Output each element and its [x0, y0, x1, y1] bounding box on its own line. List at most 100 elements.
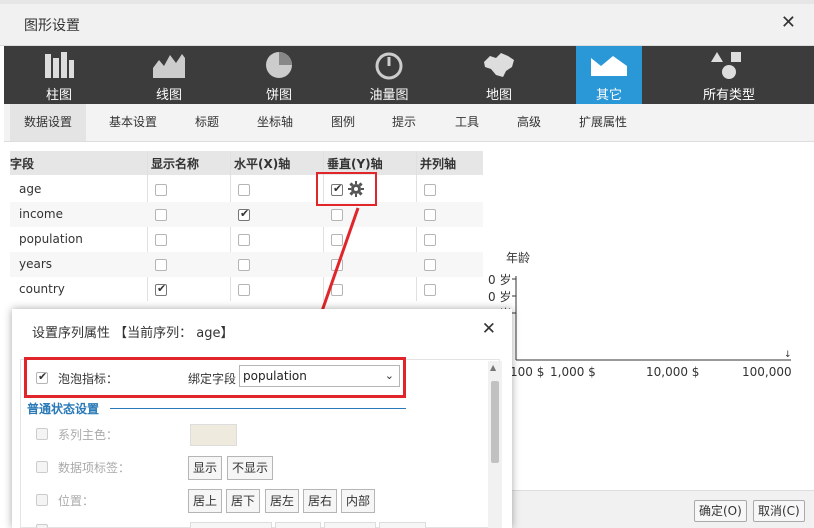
scroll-thumb[interactable] — [491, 381, 499, 463]
show-name-checkbox[interactable] — [155, 209, 167, 221]
window-titlebar: 图形设置 ✕ — [0, 4, 814, 46]
x-axis-checkbox[interactable] — [238, 234, 250, 246]
chart-type-label: 其它 — [595, 88, 622, 103]
parallel-axis-checkbox[interactable] — [424, 259, 436, 271]
parallel-axis-checkbox[interactable] — [424, 234, 436, 246]
table-row: income — [10, 202, 483, 227]
chart-axes — [512, 276, 791, 361]
pie-chart-icon — [266, 52, 292, 78]
x-axis-checkbox[interactable] — [238, 207, 250, 221]
table-row: age — [10, 177, 483, 202]
position-right-button[interactable]: 居右 — [303, 489, 338, 513]
tab-tooltip[interactable]: 提示 — [392, 104, 416, 141]
dialog-title: 设置序列属性 【当前序列： age】 — [32, 326, 234, 341]
x-axis-checkbox[interactable] — [238, 259, 250, 271]
dialog-footer: 确定(O) 取消(C) — [512, 490, 814, 528]
scroll-up-icon[interactable]: ▲ — [490, 363, 496, 372]
header-display-name: 显示名称 — [151, 157, 200, 171]
x-axis-checkbox[interactable] — [238, 284, 250, 296]
tab-data-settings[interactable]: 数据设置 — [10, 104, 87, 141]
header-y-axis: 垂直(Y)轴 — [327, 157, 383, 171]
field-name: income — [19, 207, 63, 221]
bar-chart-icon — [45, 52, 74, 78]
show-name-checkbox[interactable] — [155, 234, 167, 246]
chart-type-label: 饼图 — [265, 88, 292, 103]
position-inside-button[interactable]: 内部 — [341, 489, 376, 513]
series-color-swatch[interactable] — [190, 424, 237, 446]
chart-type-line[interactable]: 线图 — [114, 46, 224, 104]
table-row: population — [10, 227, 483, 252]
tab-legend[interactable]: 图例 — [331, 104, 355, 141]
header-field: 字段 — [10, 157, 35, 171]
next-option-button[interactable] — [275, 522, 321, 528]
window-title: 图形设置 — [24, 18, 80, 34]
header-x-axis: 水平(X)轴 — [234, 157, 291, 171]
gauge-icon — [375, 52, 403, 80]
chart-type-other[interactable]: 其它 — [576, 46, 642, 104]
next-option-button[interactable] — [379, 522, 426, 528]
next-option-button[interactable] — [324, 522, 376, 528]
chart-type-toolbar: 柱图 线图 饼图 油量图 地图 其它 所有类型 — [4, 46, 814, 104]
series-color-label: 系列主色： — [58, 428, 119, 442]
x-tick-label: 1,000 $ — [550, 365, 596, 379]
position-checkbox[interactable] — [36, 494, 48, 506]
chart-type-pie[interactable]: 饼图 — [224, 46, 334, 104]
header-parallel-axis: 并列轴 — [420, 157, 457, 171]
highlight-box — [24, 357, 406, 398]
show-name-checkbox[interactable] — [155, 184, 167, 196]
x-axis-end-mark: ↓ — [784, 350, 792, 360]
position-label: 位置： — [58, 494, 95, 508]
tab-title[interactable]: 标题 — [195, 104, 219, 141]
table-row: country — [10, 277, 483, 302]
section-divider — [110, 408, 406, 409]
tab-tools[interactable]: 工具 — [455, 104, 479, 141]
hide-label-button[interactable]: 不显示 — [227, 456, 274, 480]
series-properties-dialog: 设置序列属性 【当前序列： age】 ✕ ▲ 泡泡指标： 绑定字段 popula… — [12, 309, 512, 528]
x-tick-label: 100,000 — [742, 365, 792, 379]
next-option-button[interactable] — [190, 522, 272, 528]
dialog-scrollbar[interactable]: ▲ — [488, 361, 502, 528]
chart-type-gauge[interactable]: 油量图 — [334, 46, 444, 104]
chart-type-label: 线图 — [155, 88, 182, 103]
chart-type-map[interactable]: 地图 — [444, 46, 554, 104]
position-bottom-button[interactable]: 居下 — [226, 489, 261, 513]
next-option-checkbox[interactable] — [36, 524, 48, 528]
position-top-button[interactable]: 居上 — [188, 489, 223, 513]
series-color-checkbox[interactable] — [36, 428, 48, 440]
x-tick-label: 10,000 $ — [646, 365, 700, 379]
x-axis-checkbox[interactable] — [238, 184, 250, 196]
show-label-button[interactable]: 显示 — [188, 456, 223, 480]
ok-button[interactable]: 确定(O) — [694, 500, 747, 522]
chart-type-all[interactable]: 所有类型 — [674, 46, 784, 104]
chart-type-bar[interactable]: 柱图 — [4, 46, 114, 104]
data-label-label: 数据项标签： — [58, 461, 131, 475]
chart-type-label: 油量图 — [369, 88, 409, 103]
parallel-axis-checkbox[interactable] — [424, 184, 436, 196]
parallel-axis-checkbox[interactable] — [424, 209, 436, 221]
cancel-button[interactable]: 取消(C) — [753, 500, 805, 522]
chart-type-label: 所有类型 — [702, 88, 755, 103]
tab-extended-props[interactable]: 扩展属性 — [579, 104, 627, 141]
line-chart-icon — [153, 54, 185, 78]
field-name: population — [19, 232, 83, 246]
show-name-checkbox[interactable] — [155, 282, 167, 296]
data-label-checkbox[interactable] — [36, 461, 48, 473]
tab-advanced[interactable]: 高级 — [517, 104, 541, 141]
table-header: 字段 显示名称 水平(X)轴 垂直(Y)轴 并列轴 — [10, 151, 483, 175]
field-name: country — [19, 282, 65, 296]
position-left-button[interactable]: 居左 — [265, 489, 300, 513]
tab-basic-settings[interactable]: 基本设置 — [109, 104, 157, 141]
map-icon — [484, 53, 514, 77]
close-icon[interactable]: ✕ — [781, 12, 796, 33]
area-chart-icon — [591, 56, 627, 76]
settings-tabs: 数据设置 基本设置 标题 坐标轴 图例 提示 工具 高级 扩展属性 — [4, 104, 814, 142]
table-row: years — [10, 252, 483, 277]
show-name-checkbox[interactable] — [155, 259, 167, 271]
all-types-icon — [711, 52, 741, 79]
close-icon[interactable]: ✕ — [482, 319, 496, 339]
section-title: 普通状态设置 — [27, 402, 100, 416]
x-tick-label: 100 $ — [510, 365, 545, 379]
tab-axis[interactable]: 坐标轴 — [257, 104, 293, 141]
chart-preview: 年龄 0 岁 0 岁 0 岁 ↓ 100 $ 1,000 $ 10,000 $ … — [483, 150, 814, 490]
parallel-axis-checkbox[interactable] — [424, 284, 436, 296]
